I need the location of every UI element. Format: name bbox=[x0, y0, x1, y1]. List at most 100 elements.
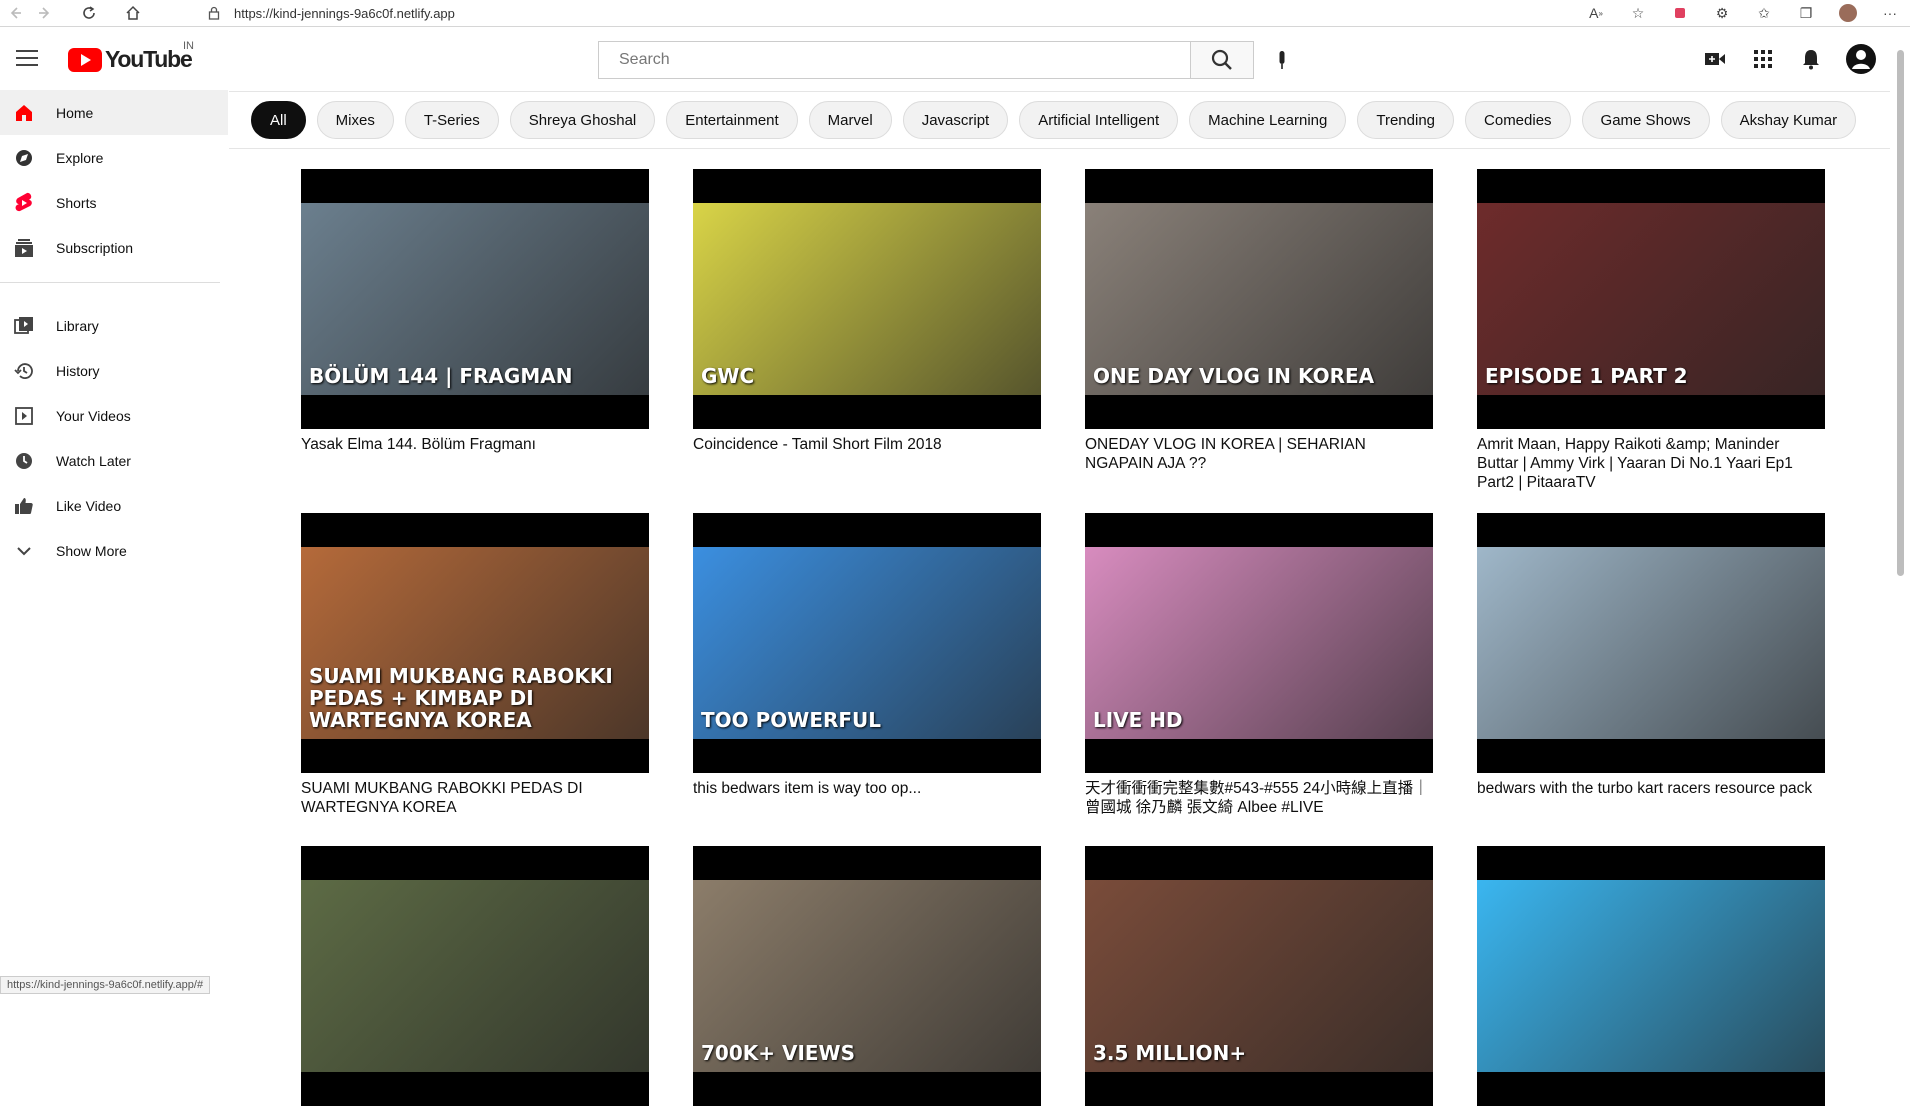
video-card[interactable]: TOO POWERFUL this bedwars item is way too… bbox=[693, 513, 1041, 798]
sidebar-item-your-videos[interactable]: Your Videos bbox=[0, 393, 228, 438]
video-thumbnail[interactable] bbox=[1477, 513, 1825, 773]
video-card[interactable]: BÖLÜM 144 | FRAGMAN Yasak Elma 144. Bölüm… bbox=[301, 169, 649, 454]
chip-all[interactable]: All bbox=[251, 101, 306, 139]
video-title[interactable]: Coincidence - Tamil Short Film 2018 bbox=[693, 435, 1041, 454]
chip-t-series[interactable]: T-Series bbox=[405, 101, 499, 139]
chip-trending[interactable]: Trending bbox=[1357, 101, 1454, 139]
video-card[interactable]: GWC Coincidence - Tamil Short Film 2018 bbox=[693, 169, 1041, 454]
video-card[interactable]: 700K+ VIEWS bbox=[693, 846, 1041, 1106]
video-card[interactable]: 3.5 MILLION+ bbox=[1085, 846, 1433, 1106]
video-title[interactable]: 天才衝衝衝完整集數#543-#555 24小時線上直播｜曾國城 徐乃麟 張文綺 … bbox=[1085, 779, 1433, 817]
sidebar-item-shorts[interactable]: Shorts bbox=[0, 180, 228, 225]
thumbnail-image: SUAMI MUKBANG RABOKKI PEDAS + KIMBAP DI … bbox=[301, 547, 649, 739]
collections-icon[interactable]: ❐ bbox=[1796, 3, 1816, 23]
notifications-bell-icon[interactable] bbox=[1798, 46, 1824, 72]
page-scrollbar[interactable] bbox=[1890, 28, 1910, 994]
thumbnail-image: 3.5 MILLION+ bbox=[1085, 880, 1433, 1072]
apps-grid-icon[interactable] bbox=[1750, 46, 1776, 72]
video-thumbnail[interactable] bbox=[301, 846, 649, 1106]
video-title[interactable]: ONEDAY VLOG IN KOREA | SEHARIAN NGAPAIN … bbox=[1085, 435, 1433, 473]
favorites-icon[interactable]: ✩ bbox=[1754, 3, 1774, 23]
address-bar[interactable]: https://kind-jennings-9a6c0f.netlify.app bbox=[208, 6, 455, 21]
video-thumbnail[interactable]: EPISODE 1 PART 2 bbox=[1477, 169, 1825, 429]
thumbnail-image: 700K+ VIEWS bbox=[693, 880, 1041, 1072]
chip-akshay-kumar[interactable]: Akshay Kumar bbox=[1721, 101, 1857, 139]
video-thumbnail[interactable]: GWC bbox=[693, 169, 1041, 429]
create-video-icon[interactable] bbox=[1702, 46, 1728, 72]
sidebar-item-label: Your Videos bbox=[56, 408, 131, 424]
extensions-icon[interactable]: ⚙ bbox=[1712, 3, 1732, 23]
video-card[interactable]: LIVE HD 天才衝衝衝完整集數#543-#555 24小時線上直播｜曾國城 徐… bbox=[1085, 513, 1433, 817]
chevron-down-icon bbox=[12, 539, 36, 563]
youtube-play-icon bbox=[68, 48, 102, 72]
video-thumbnail[interactable]: TOO POWERFUL bbox=[693, 513, 1041, 773]
sidebar-item-show-more[interactable]: Show More bbox=[0, 528, 228, 573]
thumbnail-overlay-text: LIVE HD bbox=[1093, 709, 1425, 731]
menu-icon[interactable] bbox=[16, 50, 38, 66]
chip-comedies[interactable]: Comedies bbox=[1465, 101, 1571, 139]
chip-mixes[interactable]: Mixes bbox=[317, 101, 394, 139]
video-card[interactable]: bedwars with the turbo kart racers resou… bbox=[1477, 513, 1825, 798]
your-videos-icon bbox=[12, 404, 36, 428]
thumbnail-overlay-text: SUAMI MUKBANG RABOKKI PEDAS + KIMBAP DI … bbox=[309, 665, 641, 731]
home-page-icon[interactable] bbox=[118, 0, 148, 26]
video-card[interactable]: ONE DAY VLOG IN KOREA ONEDAY VLOG IN KORE… bbox=[1085, 169, 1433, 473]
video-title[interactable]: SUAMI MUKBANG RABOKKI PEDAS DI WARTEGNYA… bbox=[301, 779, 649, 817]
video-card[interactable]: EPISODE 1 PART 2 Amrit Maan, Happy Raikot… bbox=[1477, 169, 1825, 492]
video-card[interactable] bbox=[1477, 846, 1825, 1106]
video-title[interactable]: this bedwars item is way too op... bbox=[693, 779, 1041, 798]
thumbnail-overlay-text: 3.5 MILLION+ bbox=[1093, 1042, 1425, 1064]
sidebar-item-label: History bbox=[56, 363, 100, 379]
sidebar-item-label: Watch Later bbox=[56, 453, 131, 469]
forward-icon[interactable] bbox=[30, 0, 60, 26]
youtube-logo[interactable]: YouTube IN bbox=[68, 46, 192, 73]
video-card[interactable]: SUAMI MUKBANG RABOKKI PEDAS + KIMBAP DI … bbox=[301, 513, 649, 817]
video-title[interactable]: Amrit Maan, Happy Raikoti &amp; Maninder… bbox=[1477, 435, 1825, 492]
thumbnail-overlay-text: EPISODE 1 PART 2 bbox=[1485, 365, 1817, 387]
chip-marvel[interactable]: Marvel bbox=[809, 101, 892, 139]
video-thumbnail[interactable]: 3.5 MILLION+ bbox=[1085, 846, 1433, 1106]
favorite-star-icon[interactable]: ☆ bbox=[1628, 3, 1648, 23]
video-thumbnail[interactable]: ONE DAY VLOG IN KOREA bbox=[1085, 169, 1433, 429]
sidebar-item-history[interactable]: History bbox=[0, 348, 228, 393]
sidebar-item-library[interactable]: Library bbox=[0, 303, 228, 348]
chip-machine-learning[interactable]: Machine Learning bbox=[1189, 101, 1346, 139]
sidebar-item-watch-later[interactable]: Watch Later bbox=[0, 438, 228, 483]
logo-text: YouTube bbox=[105, 46, 192, 73]
account-avatar-icon[interactable] bbox=[1846, 44, 1876, 74]
sidebar-item-explore[interactable]: Explore bbox=[0, 135, 228, 180]
thumbnail-image: BÖLÜM 144 | FRAGMAN bbox=[301, 203, 649, 395]
video-title[interactable]: Yasak Elma 144. Bölüm Fragmanı bbox=[301, 435, 649, 454]
thumbnail-image bbox=[1477, 547, 1825, 739]
compass-icon bbox=[12, 146, 36, 170]
sidebar-item-home[interactable]: Home bbox=[0, 90, 228, 135]
video-card[interactable] bbox=[301, 846, 649, 1106]
extension-color-icon[interactable] bbox=[1670, 3, 1690, 23]
search-button[interactable] bbox=[1190, 41, 1254, 79]
read-aloud-icon[interactable]: A» bbox=[1586, 3, 1606, 23]
video-thumbnail[interactable]: SUAMI MUKBANG RABOKKI PEDAS + KIMBAP DI … bbox=[301, 513, 649, 773]
more-icon[interactable]: ··· bbox=[1880, 3, 1900, 23]
microphone-icon bbox=[1276, 49, 1288, 71]
search-input[interactable] bbox=[598, 41, 1190, 79]
thumbnail-image bbox=[301, 880, 649, 1072]
video-thumbnail[interactable]: LIVE HD bbox=[1085, 513, 1433, 773]
chip-shreya-ghoshal[interactable]: Shreya Ghoshal bbox=[510, 101, 656, 139]
chip-javascript[interactable]: Javascript bbox=[903, 101, 1009, 139]
thumbnail-overlay-text: GWC bbox=[701, 365, 1033, 387]
refresh-icon[interactable] bbox=[74, 0, 104, 26]
back-icon[interactable] bbox=[0, 0, 30, 26]
sidebar-item-subscription[interactable]: Subscription bbox=[0, 225, 228, 270]
video-thumbnail[interactable] bbox=[1477, 846, 1825, 1106]
library-icon bbox=[12, 314, 36, 338]
chip-entertainment[interactable]: Entertainment bbox=[666, 101, 797, 139]
video-title[interactable]: bedwars with the turbo kart racers resou… bbox=[1477, 779, 1825, 798]
profile-avatar-icon[interactable] bbox=[1838, 3, 1858, 23]
chip-game-shows[interactable]: Game Shows bbox=[1582, 101, 1710, 139]
voice-search-button[interactable] bbox=[1262, 40, 1302, 80]
chip-artificial-intelligent[interactable]: Artificial Intelligent bbox=[1019, 101, 1178, 139]
video-thumbnail[interactable]: 700K+ VIEWS bbox=[693, 846, 1041, 1106]
sidebar-item-like-video[interactable]: Like Video bbox=[0, 483, 228, 528]
video-thumbnail[interactable]: BÖLÜM 144 | FRAGMAN bbox=[301, 169, 649, 429]
thumbnail-image: TOO POWERFUL bbox=[693, 547, 1041, 739]
